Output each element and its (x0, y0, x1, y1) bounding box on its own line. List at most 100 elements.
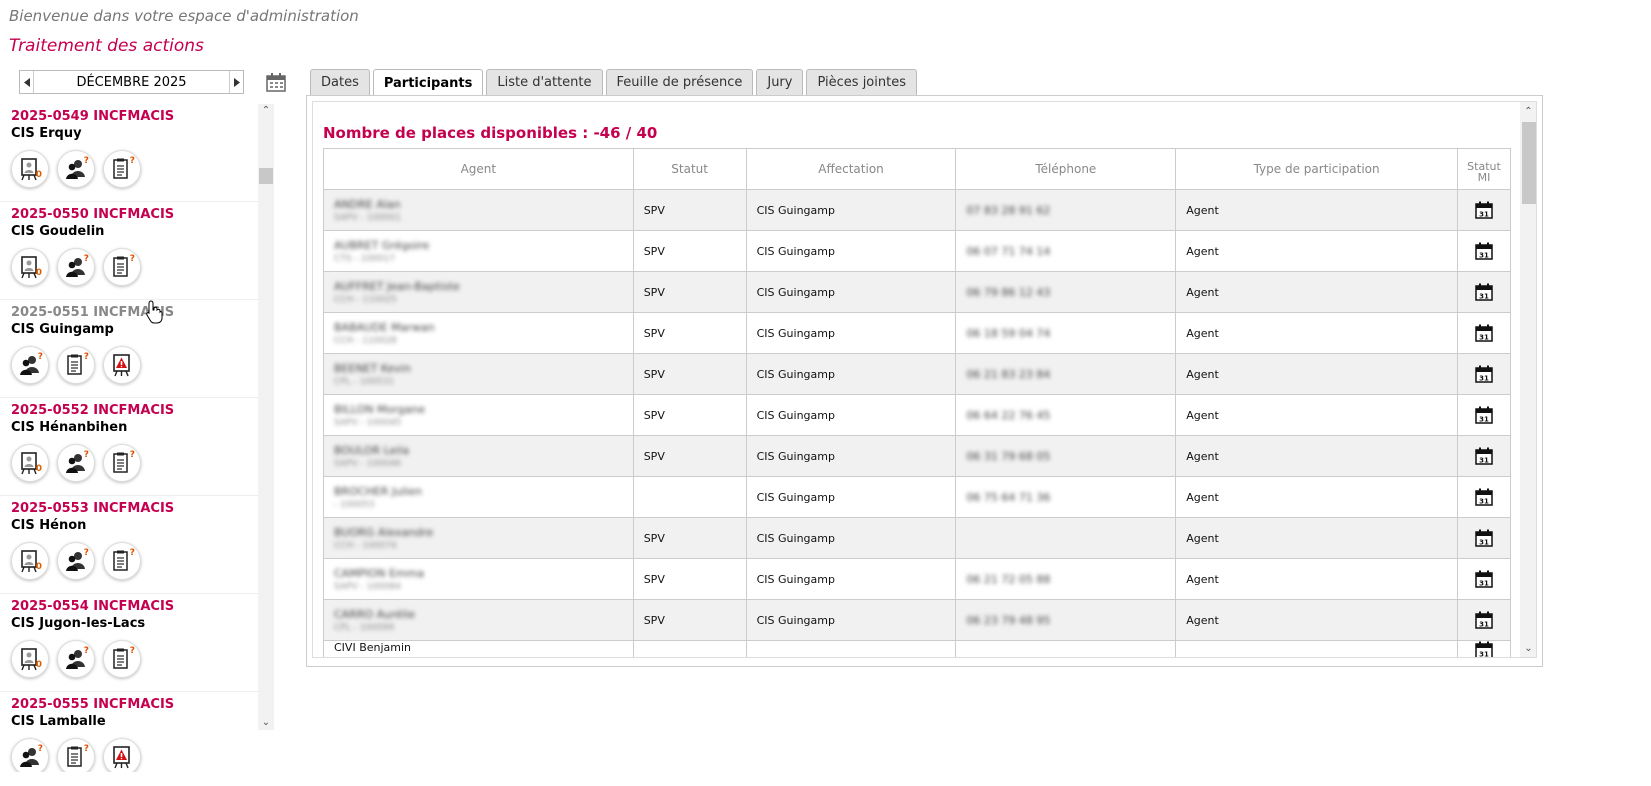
statut-mi-cell[interactable]: 31 (1456, 394, 1512, 436)
scroll-up-icon[interactable]: ⌃ (258, 104, 274, 118)
statut-mi-cell[interactable]: 31 (1456, 271, 1512, 313)
table-row[interactable]: CARRO Aurélie CPL - 100099 SPV CIS Guingamp… (323, 599, 1512, 641)
prev-month-button[interactable] (20, 71, 34, 93)
action-item[interactable]: 2025-0550 INCFMACIS CIS Goudelin 0?? (0, 202, 262, 300)
table-row[interactable]: ANDRE Alan SAPV - 100001 SPV CIS Guingamp 07… (323, 189, 1512, 231)
table-row[interactable]: BROCHER Julien - 100053 CIS Guingamp 06 75 … (323, 476, 1512, 518)
clipboard-question-button[interactable]: ? (57, 738, 95, 772)
calendar-31-icon[interactable]: 31 (1475, 447, 1493, 465)
warning-board-button[interactable] (103, 738, 141, 772)
users-question-button[interactable]: ? (57, 150, 95, 188)
users-question-button[interactable]: ? (57, 640, 95, 678)
action-code[interactable]: 2025-0552 INCFMACIS (11, 403, 262, 418)
affectation-cell: CIS Guingamp (745, 353, 957, 395)
column-header-telephone[interactable]: Téléphone (955, 148, 1177, 190)
action-code[interactable]: 2025-0551 INCFMACIS (11, 305, 262, 320)
trainer-board-button[interactable]: 0 (11, 150, 49, 188)
users-question-button[interactable]: ? (57, 248, 95, 286)
action-code[interactable]: 2025-0550 INCFMACIS (11, 207, 262, 222)
table-row[interactable]: CAMPION Emma SAPV - 100084 SPV CIS Guingamp… (323, 558, 1512, 600)
tab-participants[interactable]: Participants (372, 69, 484, 96)
column-header-statut[interactable]: Statut (632, 148, 747, 190)
agent-id: SAPV - 100046 (334, 458, 401, 469)
tab-jury[interactable]: Jury (756, 69, 804, 95)
calendar-31-icon[interactable]: 31 (1475, 570, 1493, 588)
table-row[interactable]: BILLON Morgane SAPV - 100045 SPV CIS Guinga… (323, 394, 1512, 436)
calendar-button[interactable] (266, 72, 286, 92)
users-question-button[interactable]: ? (57, 542, 95, 580)
action-item[interactable]: 2025-0549 INCFMACIS CIS Erquy 0?? (0, 104, 262, 202)
statut-mi-cell[interactable]: 31 (1456, 353, 1512, 395)
tab-pièces-jointes[interactable]: Pièces jointes (806, 69, 917, 95)
calendar-31-icon[interactable]: 31 (1475, 201, 1493, 219)
calendar-31-icon[interactable]: 31 (1475, 242, 1493, 260)
calendar-31-icon[interactable]: 31 (1475, 365, 1493, 383)
agent-cell: BILLON Morgane SAPV - 100045 (323, 394, 634, 436)
action-code[interactable]: 2025-0554 INCFMACIS (11, 599, 262, 614)
statut-mi-cell[interactable]: 31 (1456, 517, 1512, 559)
column-header-agent[interactable]: Agent (323, 148, 634, 190)
action-item[interactable]: 2025-0555 INCFMACIS CIS Lamballe?? (0, 692, 262, 772)
trainer-board-button[interactable]: 0 (11, 248, 49, 286)
scroll-down-icon[interactable]: ⌄ (258, 716, 274, 730)
action-code[interactable]: 2025-0555 INCFMACIS (11, 697, 262, 712)
statut-mi-cell[interactable]: 31 (1456, 599, 1512, 641)
users-question-button[interactable]: ? (11, 346, 49, 384)
calendar-31-icon[interactable]: 31 (1475, 324, 1493, 342)
table-row[interactable]: BOULOR Leila SAPV - 100046 SPV CIS Guingamp… (323, 435, 1512, 477)
column-header-statut-mi[interactable]: Statut MI (1456, 148, 1512, 190)
clipboard-question-button[interactable]: ? (103, 444, 141, 482)
calendar-31-icon[interactable]: 31 (1475, 488, 1493, 506)
calendar-31-icon[interactable]: 31 (1475, 611, 1493, 629)
action-code[interactable]: 2025-0549 INCFMACIS (11, 109, 262, 124)
table-row[interactable]: AUFFRET Jean-Baptiste CCH - 110025 SPV CIS … (323, 271, 1512, 313)
statut-mi-cell[interactable]: 31 (1456, 476, 1512, 518)
action-item[interactable]: 2025-0552 INCFMACIS CIS Hénanbihen 0?? (0, 398, 262, 496)
table-scrollbar[interactable]: ⌃ ⌄ (1520, 102, 1536, 657)
clipboard-question-button[interactable]: ? (103, 248, 141, 286)
statut-mi-cell[interactable]: 31 (1456, 312, 1512, 354)
calendar-31-icon[interactable]: 31 (1475, 529, 1493, 547)
scroll-down-icon[interactable]: ⌄ (1520, 641, 1536, 657)
action-list-scrollbar[interactable]: ⌃ ⌄ (258, 104, 274, 730)
table-row[interactable]: BUORG Alexandre CCH - 100074 SPV CIS Guinga… (323, 517, 1512, 559)
scroll-thumb[interactable] (1522, 122, 1536, 204)
column-header-type[interactable]: Type de participation (1175, 148, 1458, 190)
agent-cell: BABAUDE Marwan CCH - 110028 (323, 312, 634, 354)
telephone-cell: 07 83 28 91 62 (955, 189, 1177, 231)
scroll-thumb[interactable] (259, 168, 273, 184)
statut-mi-cell[interactable]: 31 (1456, 189, 1512, 231)
clipboard-question-button[interactable]: ? (103, 640, 141, 678)
tab-feuille-de-présence[interactable]: Feuille de présence (605, 69, 754, 95)
statut-mi-cell[interactable]: 31 (1456, 435, 1512, 477)
table-row[interactable]: BABAUDE Marwan CCH - 110028 SPV CIS Guingam… (323, 312, 1512, 354)
table-row[interactable]: CIVI Benjamin 31 (323, 640, 1512, 657)
users-question-button[interactable]: ? (11, 738, 49, 772)
action-item[interactable]: 2025-0554 INCFMACIS CIS Jugon-les-Lacs 0?? (0, 594, 262, 692)
tab-dates[interactable]: Dates (310, 69, 370, 95)
warning-board-button[interactable] (103, 346, 141, 384)
trainer-board-button[interactable]: 0 (11, 444, 49, 482)
statut-mi-cell[interactable]: 31 (1456, 230, 1512, 272)
action-code[interactable]: 2025-0553 INCFMACIS (11, 501, 262, 516)
clipboard-question-button[interactable]: ? (103, 150, 141, 188)
table-row[interactable]: AUBRET Grégoire CTS - 100017 SPV CIS Guinga… (323, 230, 1512, 272)
table-row[interactable]: BEENET Kevin CPL - 100531 SPV CIS Guingamp 0… (323, 353, 1512, 395)
tab-liste-d-attente[interactable]: Liste d'attente (486, 69, 603, 95)
action-item[interactable]: 2025-0551 INCFMACIS CIS Guingamp?? (0, 300, 262, 398)
action-item[interactable]: 2025-0553 INCFMACIS CIS Hénon 0?? (0, 496, 262, 594)
statut-mi-cell[interactable]: 31 (1456, 558, 1512, 600)
calendar-31-icon[interactable]: 31 (1475, 406, 1493, 424)
clipboard-question-button[interactable]: ? (103, 542, 141, 580)
calendar-31-icon[interactable]: 31 (1475, 641, 1493, 657)
next-month-button[interactable] (229, 71, 243, 93)
users-question-button[interactable]: ? (57, 444, 95, 482)
calendar-31-icon[interactable]: 31 (1475, 283, 1493, 301)
trainer-board-button[interactable]: 0 (11, 640, 49, 678)
telephone-cell: 06 18 59 04 74 (955, 312, 1177, 354)
scroll-up-icon[interactable]: ⌃ (1520, 104, 1536, 120)
clipboard-question-button[interactable]: ? (57, 346, 95, 384)
statut-mi-cell[interactable]: 31 (1456, 640, 1512, 657)
column-header-affectation[interactable]: Affectation (745, 148, 957, 190)
trainer-board-button[interactable]: 0 (11, 542, 49, 580)
